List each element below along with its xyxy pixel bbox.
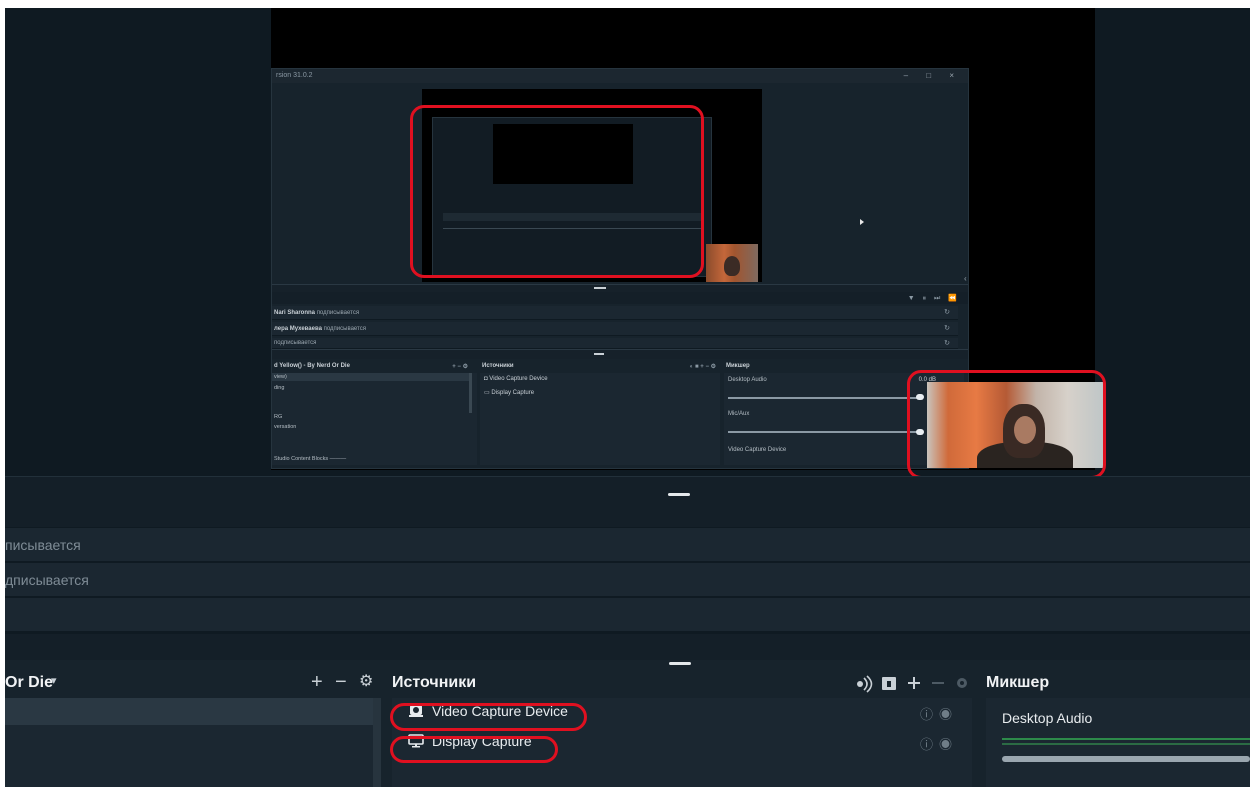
nested-chat-controls: ▼ ⏸ ⏭ ⏪ xyxy=(907,295,960,302)
monitor-icon xyxy=(408,734,424,748)
refresh-icon: ↻ xyxy=(944,325,950,332)
nested-scenes-list: view) ding RG versation Studio Content B… xyxy=(272,373,477,465)
refresh-icon: ↻ xyxy=(944,340,950,347)
volume-knob[interactable] xyxy=(916,429,924,435)
mixer-title: Микшер xyxy=(986,674,1050,691)
nested-titlebar: rsion 31.0.2 – □ × xyxy=(272,69,968,83)
nested-webcam-thumb xyxy=(706,244,758,282)
scene-item-selected[interactable] xyxy=(5,698,373,725)
audio-meter xyxy=(1002,738,1250,740)
source-item-video-capture[interactable]: Video Capture Device ⓘ◉ xyxy=(392,698,972,726)
docks-row: Or Die ▾ + − ⚙ Источники Video Capture D… xyxy=(5,660,1250,787)
sources-toolbar xyxy=(857,675,967,693)
source-settings-gear-icon xyxy=(957,678,967,688)
source-actions[interactable]: ⓘ◉ xyxy=(920,734,958,753)
chevron-down-icon[interactable]: ▾ xyxy=(51,674,57,687)
eye-icon: ◉ xyxy=(938,737,958,752)
scenes-list[interactable] xyxy=(5,698,373,787)
nested-chat-row: лера Мухеваева подписывается ↻ xyxy=(272,322,958,336)
nested-chat-row: Nari Sharonna подписывается ↻ xyxy=(272,306,958,320)
remove-source-icon xyxy=(932,682,944,684)
scenes-scrollbar[interactable] xyxy=(373,698,381,787)
scenes-header: Or Die ▾ + − ⚙ xyxy=(5,670,375,698)
source-label: Video Capture Device xyxy=(432,703,568,719)
sources-header: Источники xyxy=(392,670,972,698)
add-folder-icon xyxy=(882,677,896,690)
source-label: Display Capture xyxy=(432,733,532,749)
volume-knob[interactable] xyxy=(916,394,924,400)
mixer-channel-label: Desktop Audio xyxy=(1002,710,1093,726)
drag-handle-icon[interactable] xyxy=(668,493,690,496)
nested-chat-row: подписывается ↻ xyxy=(272,338,958,349)
lock-icon: ⓘ xyxy=(919,737,939,752)
volume-slider[interactable] xyxy=(1002,756,1250,762)
mixer-header: Микшер xyxy=(986,670,1250,698)
sources-title: Источники xyxy=(392,674,477,691)
nested-sources-header: Источники ◐ ■ + − ⚙ xyxy=(482,363,716,370)
scenes-title: Or Die xyxy=(5,674,54,691)
drag-handle-icon[interactable] xyxy=(669,662,691,665)
add-scene-button[interactable]: + xyxy=(311,672,323,692)
nested-divider xyxy=(272,284,968,292)
remove-scene-button[interactable]: − xyxy=(335,672,347,692)
webcam-overlay xyxy=(927,382,1103,468)
add-source-icon xyxy=(908,677,920,689)
chat-divider[interactable] xyxy=(5,476,1250,527)
mixer-panel: Desktop Audio xyxy=(986,698,1250,787)
filters-icon xyxy=(857,675,873,693)
nested-obs-capture: rsion 31.0.2 – □ × ‹ ▼ ⏸ ⏭ ⏪ Nari Sharon… xyxy=(271,68,969,469)
nested-window-controls: – □ × xyxy=(903,71,962,80)
chat-footer xyxy=(5,634,1250,660)
source-item-display-capture[interactable]: Display Capture ⓘ◉ xyxy=(392,728,972,756)
nested-deep-preview xyxy=(432,117,712,277)
sources-list[interactable]: Video Capture Device ⓘ◉ Display Capture … xyxy=(392,698,972,787)
nested-chat-toolbar: ▼ ⏸ ⏭ ⏪ xyxy=(272,292,968,304)
nested-docks-divider xyxy=(272,349,968,359)
source-actions[interactable]: ⓘ◉ xyxy=(920,704,958,723)
nested-title: rsion 31.0.2 xyxy=(276,72,313,79)
refresh-icon: ↻ xyxy=(944,309,950,316)
nested-mixer-header: Микшер xyxy=(726,363,750,369)
chat-row: писывается xyxy=(5,528,1250,562)
collapse-arrow-icon: ‹ xyxy=(964,274,967,283)
webcam-icon xyxy=(409,705,423,717)
chat-row: дписывается xyxy=(5,563,1250,597)
audio-meter xyxy=(1002,743,1250,745)
nested-scenes-header: d Yellow() - By Nerd Or Die + − ⚙ xyxy=(274,363,468,370)
scene-settings-gear-icon[interactable]: ⚙ xyxy=(359,672,373,692)
chat-row xyxy=(5,598,1250,632)
nested-sources-list: ◘ Video Capture Device ▭ Display Capture xyxy=(480,373,720,465)
obs-window: rsion 31.0.2 – □ × ‹ ▼ ⏸ ⏭ ⏪ Nari Sharon… xyxy=(5,8,1250,787)
lock-icon: ⓘ xyxy=(919,707,939,722)
cursor-icon xyxy=(860,219,864,225)
eye-icon: ◉ xyxy=(938,707,958,722)
